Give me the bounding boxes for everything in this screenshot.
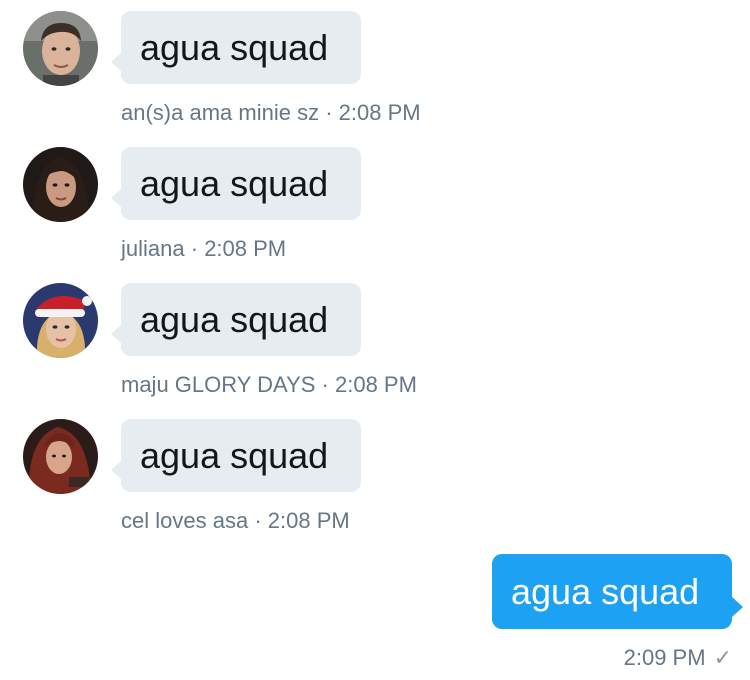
sender-name[interactable]: maju GLORY DAYS: [121, 372, 315, 397]
message-bubble[interactable]: agua squad: [111, 419, 361, 492]
avatar-red-hair-woman-icon: [23, 419, 98, 494]
sent-message-meta: 2:09 PM ✓: [624, 645, 732, 671]
avatar[interactable]: [23, 283, 98, 358]
message-time: 2:09 PM: [623, 645, 706, 670]
message-text: agua squad: [511, 571, 700, 612]
message-text: agua squad: [140, 435, 329, 476]
avatar-dark-hair-woman-icon: [23, 147, 98, 222]
message-text: agua squad: [140, 27, 329, 68]
message-time: 2:08 PM: [204, 236, 287, 261]
meta-separator: ·: [325, 100, 339, 125]
message-time: 2:08 PM: [335, 372, 417, 397]
bubble-tail: [111, 460, 122, 480]
message-time: 2:08 PM: [267, 508, 350, 533]
message-time: 2:08 PM: [338, 100, 421, 125]
message-meta: juliana · 2:08 PM: [121, 236, 286, 262]
message-meta: maju GLORY DAYS · 2:08 PM: [121, 372, 417, 398]
bubble-tail: [111, 324, 122, 344]
message-meta: an(s)a ama minie sz · 2:08 PM: [121, 100, 421, 126]
sent-message-bubble[interactable]: agua squad: [492, 554, 743, 629]
avatar-young-man-icon: [23, 11, 98, 86]
avatar[interactable]: [23, 419, 98, 494]
avatar-santa-hat-woman-icon: [23, 283, 98, 358]
message-text: agua squad: [140, 163, 329, 204]
checkmark-icon: ✓: [713, 645, 732, 670]
message-bubble[interactable]: agua squad: [111, 283, 361, 356]
bubble-tail: [111, 52, 122, 72]
message-bubble[interactable]: agua squad: [111, 147, 361, 220]
message-text: agua squad: [140, 299, 329, 340]
sender-name[interactable]: juliana: [121, 236, 185, 261]
sender-name[interactable]: an(s)a ama minie sz: [121, 100, 319, 125]
bubble-tail: [111, 188, 122, 208]
meta-separator: ·: [321, 372, 335, 397]
avatar[interactable]: [23, 147, 98, 222]
message-meta: cel loves asa · 2:08 PM: [121, 508, 350, 534]
meta-separator: ·: [254, 508, 268, 533]
sender-name[interactable]: cel loves asa: [121, 508, 248, 533]
message-bubble[interactable]: agua squad: [111, 11, 361, 84]
meta-separator: ·: [190, 236, 205, 261]
bubble-tail: [732, 597, 743, 617]
avatar[interactable]: [23, 11, 98, 86]
